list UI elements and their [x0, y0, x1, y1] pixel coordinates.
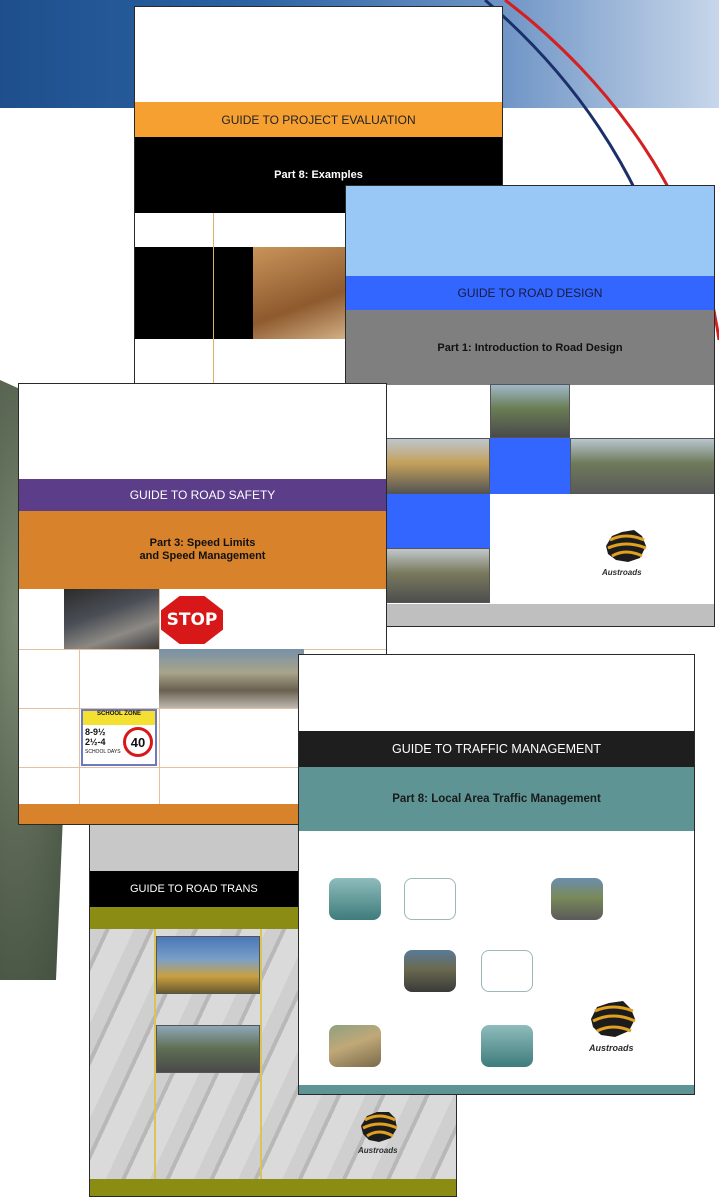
cover-road-design[interactable]: GUIDE TO ROAD DESIGN Part 1: Introductio… — [345, 185, 715, 627]
gold-line — [260, 929, 262, 1179]
speed-limit-icon: 40 — [123, 727, 153, 757]
austroads-wordmark: Austroads — [602, 568, 642, 577]
empty-tile — [481, 950, 533, 992]
guardrail-photo — [156, 1025, 260, 1073]
part-title: Part 8: Local Area Traffic Management — [299, 767, 694, 831]
machinery-photo — [156, 936, 260, 994]
olive-footer-band — [90, 1179, 456, 1196]
cover-traffic-management[interactable]: GUIDE TO TRAFFIC MANAGEMENT Part 8: Loca… — [298, 654, 695, 1095]
curved-road-photo — [386, 548, 490, 603]
series-title: GUIDE TO PROJECT EVALUATION — [135, 102, 502, 137]
guardrail-photo — [159, 649, 304, 708]
divider — [213, 213, 214, 383]
black-block — [135, 247, 253, 339]
austroads-logo-icon — [591, 1001, 636, 1037]
stop-sign-icon: STOP — [161, 596, 223, 644]
school-times: 8-9½ 2½-4 — [85, 727, 106, 747]
teal-tile — [481, 1025, 533, 1067]
road-photo-sepia — [253, 247, 353, 339]
school-zone-sign: SCHOOL ZONE 8-9½ 2½-4 SCHOOL DAYS 40 — [81, 709, 157, 766]
teal-tile — [329, 878, 381, 920]
series-title: GUIDE TO ROAD SAFETY — [19, 479, 386, 511]
austroads-wordmark: Austroads — [589, 1043, 634, 1053]
freeway-photo — [570, 438, 714, 494]
highway-photo — [404, 950, 456, 992]
freeway-photo — [551, 878, 603, 920]
series-title: GUIDE TO ROAD DESIGN — [346, 276, 714, 310]
school-zone-label: SCHOOL ZONE — [83, 711, 155, 725]
austroads-logo-icon — [361, 1112, 398, 1142]
school-days: SCHOOL DAYS — [85, 749, 121, 755]
blue-tile — [490, 438, 570, 494]
teal-footer-band — [299, 1085, 694, 1094]
sky-band — [346, 186, 714, 276]
austroads-wordmark: Austroads — [358, 1146, 398, 1155]
highway-photo — [490, 384, 570, 438]
road-works-photo — [386, 438, 490, 494]
seatbelt-photo — [64, 589, 159, 649]
austroads-logo-icon — [606, 530, 647, 562]
empty-tile — [404, 878, 456, 920]
intersection-photo — [329, 1025, 381, 1067]
part-title: Part 3: Speed Limits and Speed Managemen… — [19, 511, 386, 589]
part-title: Part 1: Introduction to Road Design — [346, 310, 714, 385]
blue-tile — [386, 494, 490, 548]
series-title: GUIDE TO TRAFFIC MANAGEMENT — [299, 731, 694, 767]
footer-band — [386, 604, 714, 626]
